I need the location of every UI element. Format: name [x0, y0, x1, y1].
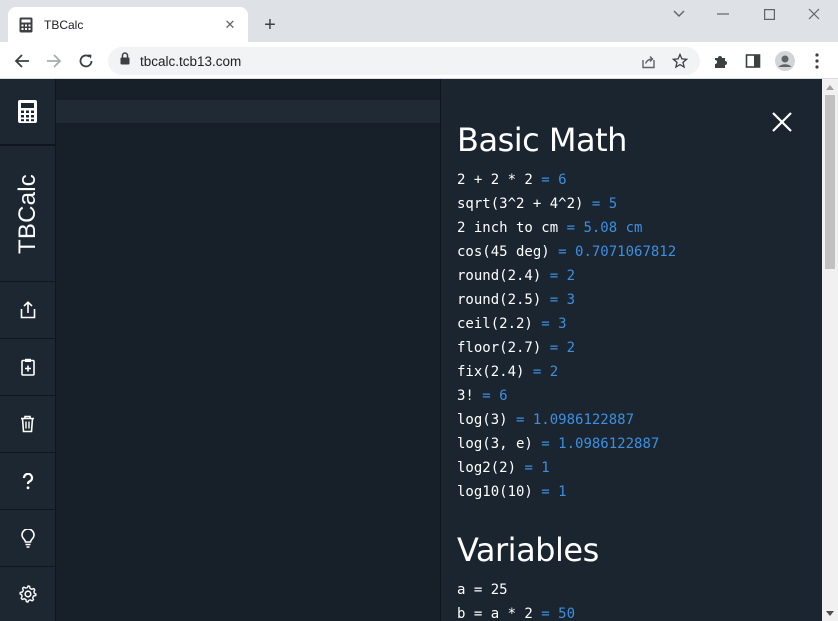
app-sidebar: TBCalc — [0, 79, 56, 621]
tab-search-chevron-icon[interactable] — [667, 4, 691, 24]
example-line: cos(45 deg) = 0.7071067812 — [457, 240, 676, 264]
example-result: = 5 — [591, 196, 618, 212]
calculator-favicon-icon — [18, 17, 34, 33]
maximize-icon[interactable] — [757, 4, 781, 24]
example-result: = 3 — [541, 316, 567, 332]
scroll-down-arrow-icon[interactable] — [822, 605, 838, 621]
variables-examples: a = 25 b = a * 2 = 50 — [457, 578, 575, 621]
example-expression: log(3) — [457, 412, 508, 428]
example-expression: log2(2) — [457, 460, 517, 476]
example-expression: round(2.4) — [457, 268, 542, 284]
profile-avatar-icon[interactable] — [773, 49, 797, 73]
basic-math-examples: 2 + 2 * 2 = 6 sqrt(3^2 + 4^2) = 52 inch t… — [457, 168, 676, 504]
close-help-icon[interactable] — [769, 109, 795, 135]
example-expression: ceil(2.2) — [457, 316, 533, 332]
reload-icon[interactable] — [74, 49, 98, 73]
basic-math-heading: Basic Math — [457, 121, 627, 159]
brand-text: TBCalc — [13, 173, 41, 254]
example-line: log(3) = 1.0986122887 — [457, 408, 676, 432]
trash-icon[interactable] — [0, 396, 55, 453]
example-expression: 3! — [457, 388, 474, 404]
url-text: tbcalc.tcb13.com — [140, 53, 242, 69]
example-line: log10(10) = 1 — [457, 480, 676, 504]
example-result: = 1 — [524, 460, 550, 476]
scrollbar-thumb[interactable] — [825, 95, 835, 269]
example-result: = 2 — [549, 340, 576, 356]
address-bar[interactable]: tbcalc.tcb13.com — [108, 47, 700, 75]
example-result: = 0.7071067812 — [558, 244, 677, 260]
example-result: = 5.08 cm — [566, 220, 643, 236]
tab-close-icon[interactable]: ✕ — [222, 17, 238, 33]
example-expression: 2 + 2 * 2 — [457, 172, 533, 188]
editor-active-line[interactable] — [56, 100, 440, 123]
browser-tabstrip: TBCalc ✕ + — [0, 0, 838, 42]
browser-toolbar: tbcalc.tcb13.com — [0, 42, 838, 79]
clipboard-icon[interactable] — [0, 339, 55, 396]
share-icon[interactable] — [0, 282, 55, 339]
variables-heading: Variables — [457, 531, 599, 569]
help-panel: Basic Math 2 + 2 * 2 = 6 sqrt(3^2 + 4^2) … — [440, 79, 822, 621]
example-line: log2(2) = 1 — [457, 456, 676, 480]
example-line: fix(2.4) = 2 — [457, 360, 676, 384]
brand-label: TBCalc — [0, 145, 55, 282]
minimize-icon[interactable] — [711, 4, 735, 24]
example-expression: log10(10) — [457, 484, 533, 500]
bookmark-star-icon[interactable] — [672, 53, 688, 69]
example-expression: fix(2.4) — [457, 364, 525, 380]
example-line: ceil(2.2) = 3 — [457, 312, 676, 336]
calculator-icon[interactable] — [0, 79, 55, 145]
calculator-editor[interactable] — [56, 79, 440, 621]
lock-icon — [120, 52, 130, 70]
example-result: = 2 — [549, 268, 576, 284]
example-line: 2 + 2 * 2 = 6 — [457, 168, 676, 192]
extensions-puzzle-icon[interactable] — [709, 49, 733, 73]
example-expression: a = 25 — [457, 582, 508, 598]
example-line: sqrt(3^2 + 4^2) = 5 — [457, 192, 676, 216]
example-line: round(2.5) = 3 — [457, 288, 676, 312]
example-line: log(3, e) = 1.0986122887 — [457, 432, 676, 456]
share-page-icon[interactable] — [640, 53, 656, 69]
browser-tab[interactable]: TBCalc ✕ — [8, 7, 248, 42]
example-expression: sqrt(3^2 + 4^2) — [457, 196, 584, 212]
example-line: floor(2.7) = 2 — [457, 336, 676, 360]
example-expression: round(2.5) — [457, 292, 542, 308]
forward-arrow-icon[interactable] — [42, 49, 66, 73]
help-icon[interactable] — [0, 453, 55, 510]
example-result: = 3 — [549, 292, 576, 308]
back-arrow-icon[interactable] — [10, 49, 34, 73]
scroll-up-arrow-icon[interactable] — [822, 79, 838, 95]
settings-icon[interactable] — [0, 567, 55, 621]
example-result: = 2 — [532, 364, 559, 380]
example-line: b = a * 2 = 50 — [457, 602, 575, 621]
example-expression: b = a * 2 — [457, 606, 533, 621]
example-result: = 1.0986122887 — [541, 436, 660, 452]
example-line: 2 inch to cm = 5.08 cm — [457, 216, 676, 240]
window-close-icon[interactable] — [802, 4, 826, 24]
side-panel-icon[interactable] — [741, 49, 765, 73]
example-expression: 2 inch to cm — [457, 220, 559, 236]
page-scrollbar[interactable] — [822, 79, 838, 621]
example-result: = 6 — [482, 388, 508, 404]
example-result: = 6 — [541, 172, 567, 188]
new-tab-button[interactable]: + — [258, 13, 282, 37]
example-result: = 1 — [541, 484, 567, 500]
example-expression: log(3, e) — [457, 436, 533, 452]
example-expression: cos(45 deg) — [457, 244, 550, 260]
lightbulb-icon[interactable] — [0, 510, 55, 567]
menu-kebab-icon[interactable] — [805, 49, 829, 73]
example-result: = 1.0986122887 — [516, 412, 635, 428]
example-line: 3! = 6 — [457, 384, 676, 408]
tab-title: TBCalc — [44, 17, 84, 32]
example-line: a = 25 — [457, 578, 575, 602]
example-line: round(2.4) = 2 — [457, 264, 676, 288]
example-expression: floor(2.7) — [457, 340, 542, 356]
example-result: = 50 — [541, 606, 576, 621]
